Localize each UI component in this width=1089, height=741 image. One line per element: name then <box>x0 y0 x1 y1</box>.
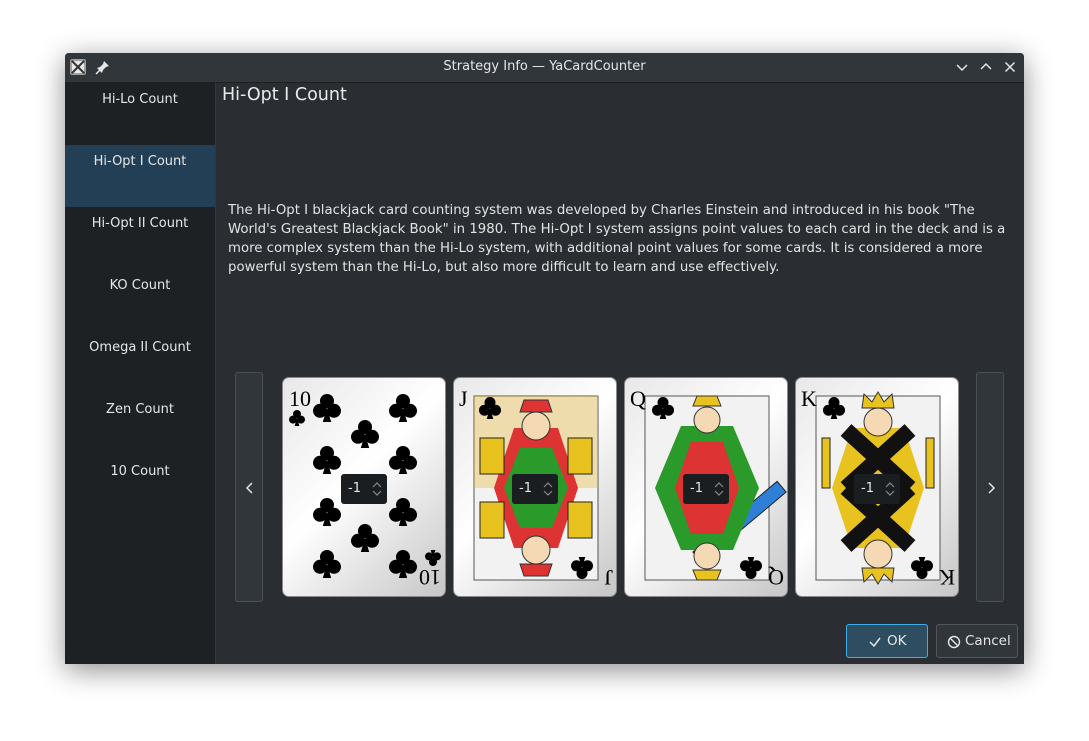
chevron-down-icon <box>956 64 968 72</box>
card-10-clubs: 10 10 -1 <box>282 377 446 597</box>
window-title: Strategy Info — YaCardCounter <box>443 59 646 74</box>
svg-text:K: K <box>939 565 955 590</box>
svg-text:10: 10 <box>289 386 311 411</box>
checkmark-icon <box>869 637 881 648</box>
minimize-button[interactable] <box>954 59 970 75</box>
sidebar-item-zen[interactable]: Zen Count <box>65 393 215 455</box>
count-value: -1 <box>861 481 874 496</box>
maximize-button[interactable] <box>978 59 994 75</box>
count-value: -1 <box>348 481 361 496</box>
ok-label: OK <box>887 633 907 649</box>
sidebar-item-hi-opt-i[interactable]: Hi-Opt I Count <box>65 145 215 207</box>
strategy-list: Hi-Lo Count Hi-Opt I Count Hi-Opt II Cou… <box>65 83 216 664</box>
svg-text:Q: Q <box>630 386 646 411</box>
svg-text:Q: Q <box>768 565 784 590</box>
stepper-arrows-icon <box>372 482 382 496</box>
count-value-spinbox[interactable]: -1 <box>341 474 387 504</box>
card-queen-clubs: Q Q -1 <box>624 377 788 597</box>
sidebar-item-hi-opt-ii[interactable]: Hi-Opt II Count <box>65 207 215 269</box>
sidebar-item-omega-ii[interactable]: Omega II Count <box>65 331 215 393</box>
cancel-label: Cancel <box>965 633 1011 649</box>
count-value-spinbox[interactable]: -1 <box>683 474 729 504</box>
close-icon <box>1004 61 1016 73</box>
sidebar-item-10-count[interactable]: 10 Count <box>65 455 215 517</box>
prev-cards-button[interactable] <box>235 372 263 602</box>
pin-icon[interactable] <box>95 59 111 75</box>
stepper-arrows-icon <box>885 482 895 496</box>
strategy-info-window: Strategy Info — YaCardCounter Hi-Lo Coun… <box>65 53 1024 664</box>
svg-text:J: J <box>604 565 613 590</box>
count-value: -1 <box>519 481 532 496</box>
strategy-description: The Hi-Opt I blackjack card counting sys… <box>228 203 1006 275</box>
sidebar-item-ko[interactable]: KO Count <box>65 269 215 331</box>
strategy-content: Hi-Opt I Count The Hi-Opt I blackjack ca… <box>216 83 1024 664</box>
count-value: -1 <box>690 481 703 496</box>
sidebar-item-hi-lo[interactable]: Hi-Lo Count <box>65 83 215 145</box>
chevron-right-icon <box>988 482 996 494</box>
next-cards-button[interactable] <box>976 372 1004 602</box>
chevron-up-icon <box>980 62 992 70</box>
ok-button[interactable]: OK <box>846 624 928 658</box>
stepper-arrows-icon <box>543 482 553 496</box>
count-value-spinbox[interactable]: -1 <box>512 474 558 504</box>
svg-text:K: K <box>801 386 817 411</box>
close-button[interactable] <box>1002 59 1018 75</box>
svg-text:10: 10 <box>419 565 441 590</box>
cancel-icon <box>947 635 961 649</box>
count-value-spinbox[interactable]: -1 <box>854 474 900 504</box>
cancel-button[interactable]: Cancel <box>936 624 1018 658</box>
stepper-arrows-icon <box>714 482 724 496</box>
app-icon[interactable] <box>70 59 86 75</box>
title-bar[interactable]: Strategy Info — YaCardCounter <box>65 53 1024 83</box>
card-jack-clubs: J J -1 <box>453 377 617 597</box>
chevron-left-icon <box>245 482 253 494</box>
strategy-heading: Hi-Opt I Count <box>222 85 347 105</box>
card-king-clubs: K K -1 <box>795 377 959 597</box>
svg-text:J: J <box>459 386 468 411</box>
